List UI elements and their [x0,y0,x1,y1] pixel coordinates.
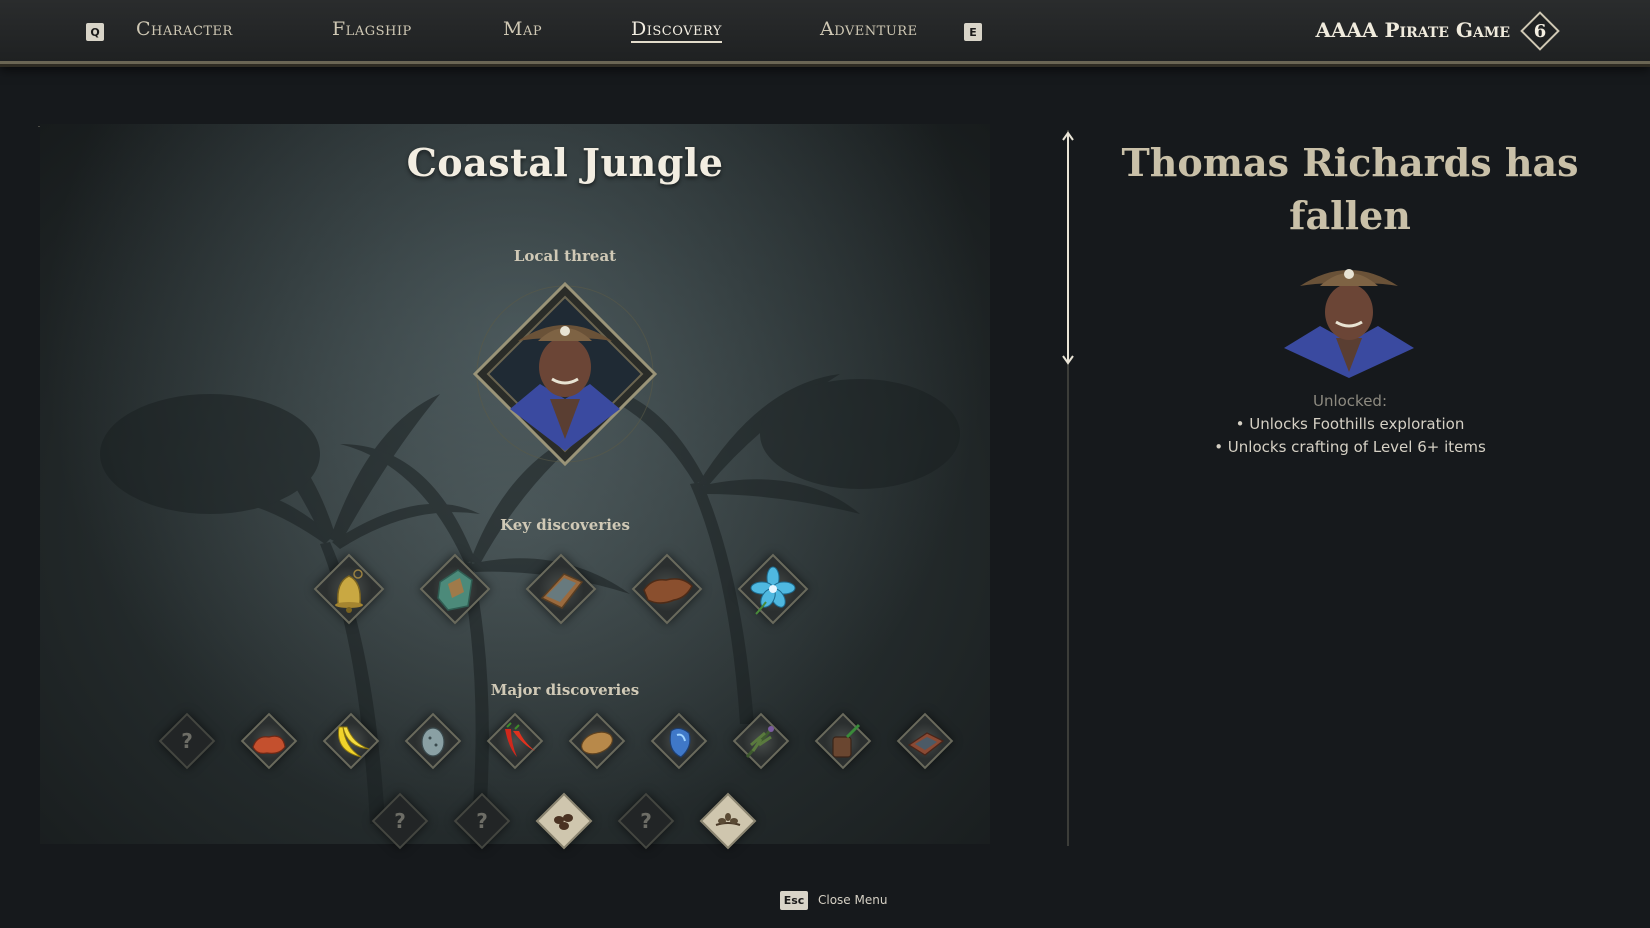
bell-icon [335,569,363,613]
unknown-icon: ? [394,809,406,833]
key-discovery-copper-ore[interactable] [418,552,492,626]
iron-ingot-icon [540,573,584,609]
herb-bundle-icon [745,726,775,758]
potato-icon [580,731,614,755]
chili-pepper-icon [505,722,535,757]
key-discovery-iron-ingot[interactable] [524,552,598,626]
banana-icon [337,726,370,758]
major-discoveries-label: Major discoveries [490,681,640,699]
major-discovery-egg[interactable] [403,711,463,771]
threat-defeated-title: Thomas Richards has fallen [1121,140,1579,238]
key-discovery-bell[interactable] [312,552,386,626]
egg-icon [421,727,445,757]
key-discovery-blue-flower[interactable] [736,552,810,626]
unknown-icon: ? [476,809,488,833]
copper-ore-icon [437,569,473,611]
major-discovery-sprout[interactable] [698,791,758,851]
major-discovery-red-meat[interactable] [239,711,299,771]
game-title: AAAA Pirate Game [1315,18,1510,42]
major-discovery-unknown[interactable]: ? [370,791,430,851]
local-threat-label: Local threat [513,247,617,265]
bucket-icon [832,723,861,758]
major-discovery-bucket[interactable] [813,711,873,771]
major-discovery-herb[interactable] [731,711,791,771]
red-meat-icon [252,735,286,754]
tab-map[interactable]: Map [503,18,542,40]
unknown-icon: ? [181,729,193,753]
level-number: 6 [1533,20,1547,42]
major-discovery-blue-crystal[interactable] [649,711,709,771]
key-discoveries-label: Key discoveries [500,516,630,534]
major-discovery-chili[interactable] [485,711,545,771]
sprout-icon [715,813,741,826]
unknown-icon: ? [640,809,652,833]
tab-discovery[interactable]: Discovery [631,18,722,43]
scrollbar-thumb[interactable] [1061,130,1075,366]
major-discovery-unknown[interactable]: ? [452,791,512,851]
region-title: Coastal Jungle [406,140,724,185]
major-discovery-seeds[interactable] [534,791,594,851]
tab-adventure[interactable]: Adventure [820,18,918,40]
unlocked-label: Unlocked: [1312,392,1388,410]
prev-tab-key[interactable]: Q [86,23,104,41]
unlock-item: • Unlocks crafting of Level 6+ items [1214,438,1486,456]
major-discovery-banana[interactable] [321,711,381,771]
esc-key[interactable]: Esc [780,891,808,910]
key-discovery-animal-hide[interactable] [630,552,704,626]
close-menu-button[interactable]: Close Menu [818,893,887,907]
level-badge: 6 [1520,11,1560,51]
crate-icon [907,732,945,756]
major-discovery-potato[interactable] [567,711,627,771]
tab-character[interactable]: Character [136,18,233,40]
animal-hide-icon [643,578,693,604]
blue-flower-icon [750,566,796,615]
major-discovery-unknown[interactable]: ? [157,711,217,771]
major-discovery-unknown[interactable]: ? [616,791,676,851]
unlock-item: • Unlocks Foothills exploration [1235,415,1465,433]
major-discovery-crate[interactable] [895,711,955,771]
next-tab-key[interactable]: E [964,23,982,41]
defeated-threat-portrait [1284,269,1414,378]
tab-flagship[interactable]: Flagship [332,18,412,40]
blue-crystal-icon [669,727,691,758]
seeds-icon [554,814,573,830]
local-threat-portrait[interactable] [470,279,660,469]
